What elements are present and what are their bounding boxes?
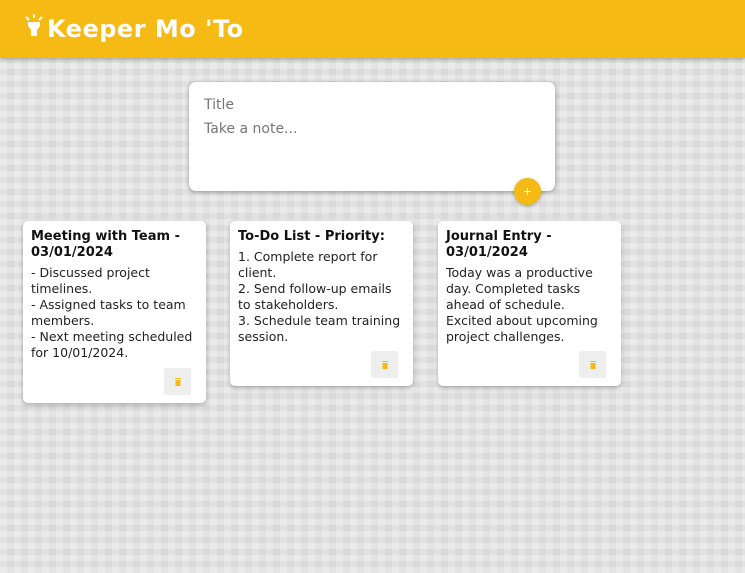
trash-icon [174, 377, 181, 386]
note-content: Today was a productive day. Completed ta… [446, 265, 598, 344]
note-card: To-Do List - Priority: 1. Complete repor… [230, 221, 413, 386]
note-title: Meeting with Team - 03/01/2024 [31, 229, 180, 260]
app-header: Keeper Mo 'To [0, 0, 745, 58]
app-title: Keeper Mo 'To [47, 15, 244, 43]
add-note-button[interactable]: + [514, 178, 541, 205]
trash-icon [381, 360, 388, 369]
plus-icon: + [523, 183, 532, 199]
note-title: Journal Entry - 03/01/2024 [446, 229, 552, 260]
note-card: Journal Entry - 03/01/2024 Today was a p… [438, 221, 621, 386]
note-title: To-Do List - Priority: [238, 229, 385, 244]
lightbulb-icon [25, 14, 43, 36]
note-card: Meeting with Team - 03/01/2024 - Discuss… [23, 221, 206, 403]
create-note-form: + [189, 82, 555, 205]
note-content: 1. Complete report for client. 2. Send f… [238, 249, 401, 344]
note-title-input[interactable] [204, 96, 540, 114]
delete-note-button[interactable] [371, 351, 398, 378]
note-content-input[interactable] [204, 120, 540, 172]
trash-icon [589, 360, 596, 369]
note-content: - Discussed project timelines. - Assigne… [31, 265, 193, 360]
delete-note-button[interactable] [579, 351, 606, 378]
delete-note-button[interactable] [164, 368, 191, 395]
